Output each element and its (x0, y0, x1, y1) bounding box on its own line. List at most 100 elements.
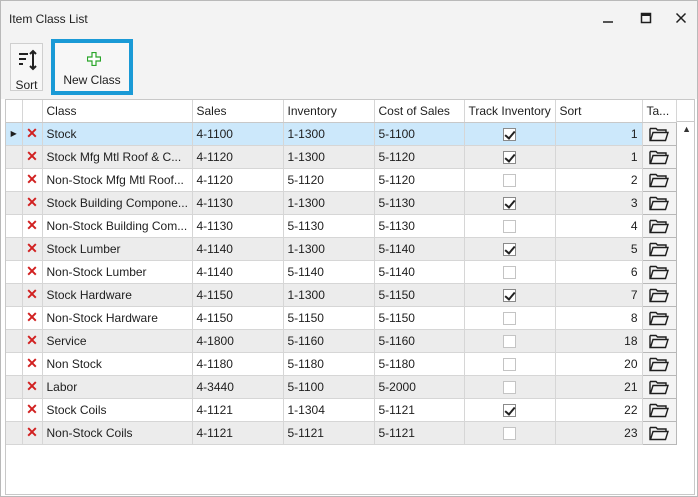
cell-class[interactable]: Stock (42, 122, 193, 146)
cell-class[interactable]: Stock Lumber (42, 237, 193, 261)
delete-row-button[interactable]: ✕ (22, 145, 43, 169)
open-folder-button[interactable] (641, 374, 677, 399)
cell-sales[interactable]: 4-1120 (192, 168, 284, 192)
track-inventory-checkbox[interactable] (503, 357, 516, 371)
delete-row-button[interactable]: ✕ (22, 375, 43, 399)
cell-class[interactable]: Stock Coils (42, 398, 193, 422)
cell-cost-of-sales[interactable]: 5-1130 (374, 214, 465, 238)
cell-inventory[interactable]: 5-1160 (283, 329, 375, 353)
track-inventory-checkbox[interactable] (503, 196, 516, 210)
table-row[interactable]: ✕ Non-Stock Coils 4-1121 5-1121 5-1121 23 (6, 420, 677, 445)
cell-inventory[interactable]: 1-1300 (283, 283, 375, 307)
cell-sort[interactable]: 1 (555, 145, 643, 169)
cell-sort[interactable]: 20 (555, 352, 643, 376)
cell-inventory[interactable]: 1-1300 (283, 191, 375, 215)
table-row[interactable]: ✕ Service 4-1800 5-1160 5-1160 18 (6, 328, 677, 353)
open-folder-button[interactable] (641, 213, 677, 238)
track-inventory-checkbox[interactable] (503, 265, 516, 279)
cell-cost-of-sales[interactable]: 5-1120 (374, 168, 465, 192)
table-row[interactable]: ✕ Non Stock 4-1180 5-1180 5-1180 20 (6, 351, 677, 376)
cell-cost-of-sales[interactable]: 5-1130 (374, 191, 465, 215)
cell-cost-of-sales[interactable]: 5-1150 (374, 306, 465, 330)
track-inventory-checkbox[interactable] (503, 219, 516, 233)
cell-cost-of-sales[interactable]: 5-1100 (374, 122, 465, 146)
table-row[interactable]: ✕ Stock Coils 4-1121 1-1304 5-1121 22 (6, 397, 677, 422)
open-folder-button[interactable] (641, 397, 677, 422)
cell-sales[interactable]: 4-1130 (192, 191, 284, 215)
cell-sort[interactable]: 1 (555, 122, 643, 146)
cell-class[interactable]: Non-Stock Lumber (42, 260, 193, 284)
column-header-sort[interactable]: Sort (555, 100, 643, 123)
column-header-sales[interactable]: Sales (192, 100, 284, 123)
track-inventory-checkbox[interactable] (503, 426, 516, 440)
table-row[interactable]: ✕ Stock Mfg Mtl Roof & C... 4-1120 1-1300 5-… (6, 144, 677, 169)
table-row[interactable]: ▶ ✕ Stock 4-1100 1-1300 5-1100 1 (6, 121, 677, 146)
delete-row-button[interactable]: ✕ (22, 352, 43, 376)
delete-row-button[interactable]: ✕ (22, 122, 43, 146)
open-folder-button[interactable] (641, 282, 677, 307)
track-inventory-checkbox[interactable] (503, 380, 516, 394)
track-inventory-checkbox[interactable] (503, 242, 516, 256)
maximize-button[interactable] (635, 7, 657, 29)
open-folder-button[interactable] (641, 190, 677, 215)
cell-class[interactable]: Non-Stock Coils (42, 421, 193, 445)
open-folder-button[interactable] (641, 351, 677, 376)
cell-cost-of-sales[interactable]: 5-2000 (374, 375, 465, 399)
open-folder-button[interactable] (641, 144, 677, 169)
cell-cost-of-sales[interactable]: 5-1121 (374, 398, 465, 422)
delete-row-button[interactable]: ✕ (22, 168, 43, 192)
track-inventory-checkbox[interactable] (503, 403, 516, 417)
table-row[interactable]: ✕ Non-Stock Lumber 4-1140 5-1140 5-1140 6 (6, 259, 677, 284)
open-folder-button[interactable] (641, 328, 677, 353)
cell-sort[interactable]: 6 (555, 260, 643, 284)
table-row[interactable]: ✕ Stock Hardware 4-1150 1-1300 5-1150 7 (6, 282, 677, 307)
cell-inventory[interactable]: 1-1300 (283, 237, 375, 261)
track-inventory-checkbox[interactable] (503, 173, 516, 187)
cell-inventory[interactable]: 5-1140 (283, 260, 375, 284)
cell-sales[interactable]: 4-1140 (192, 237, 284, 261)
track-inventory-checkbox[interactable] (503, 150, 516, 164)
delete-row-button[interactable]: ✕ (22, 191, 43, 215)
cell-cost-of-sales[interactable]: 5-1160 (374, 329, 465, 353)
cell-inventory[interactable]: 5-1121 (283, 421, 375, 445)
table-row[interactable]: ✕ Non-Stock Mfg Mtl Roof... 4-1120 5-1120 5-… (6, 167, 677, 192)
table-row[interactable]: ✕ Stock Lumber 4-1140 1-1300 5-1140 5 (6, 236, 677, 261)
cell-class[interactable]: Non Stock (42, 352, 193, 376)
delete-row-button[interactable]: ✕ (22, 214, 43, 238)
open-folder-button[interactable] (641, 420, 677, 445)
table-row[interactable]: ✕ Stock Building Compone... 4-1130 1-1300 5-… (6, 190, 677, 215)
cell-sort[interactable]: 3 (555, 191, 643, 215)
close-button[interactable] (670, 7, 692, 29)
column-header-ta[interactable]: Ta... (642, 100, 677, 123)
cell-inventory[interactable]: 5-1150 (283, 306, 375, 330)
cell-sales[interactable]: 4-3440 (192, 375, 284, 399)
cell-sales[interactable]: 4-1150 (192, 283, 284, 307)
delete-row-button[interactable]: ✕ (22, 283, 43, 307)
cell-sales[interactable]: 4-1140 (192, 260, 284, 284)
column-header-inventory[interactable]: Inventory (283, 100, 375, 123)
cell-inventory[interactable]: 5-1120 (283, 168, 375, 192)
cell-sales[interactable]: 4-1800 (192, 329, 284, 353)
open-folder-button[interactable] (641, 121, 677, 146)
cell-sort[interactable]: 4 (555, 214, 643, 238)
cell-class[interactable]: Stock Mfg Mtl Roof & C... (42, 145, 193, 169)
scroll-up-icon[interactable]: ▲ (682, 124, 691, 134)
track-inventory-checkbox[interactable] (503, 127, 516, 141)
cell-class[interactable]: Non-Stock Hardware (42, 306, 193, 330)
cell-sales[interactable]: 4-1121 (192, 421, 284, 445)
cell-sales[interactable]: 4-1130 (192, 214, 284, 238)
new-class-button[interactable]: New Class (51, 39, 133, 95)
cell-inventory[interactable]: 1-1300 (283, 145, 375, 169)
delete-row-button[interactable]: ✕ (22, 260, 43, 284)
cell-cost-of-sales[interactable]: 5-1140 (374, 260, 465, 284)
delete-row-button[interactable]: ✕ (22, 329, 43, 353)
cell-sort[interactable]: 2 (555, 168, 643, 192)
cell-class[interactable]: Stock Building Compone... (42, 191, 193, 215)
cell-class[interactable]: Non-Stock Mfg Mtl Roof... (42, 168, 193, 192)
cell-class[interactable]: Service (42, 329, 193, 353)
cell-sort[interactable]: 22 (555, 398, 643, 422)
cell-cost-of-sales[interactable]: 5-1180 (374, 352, 465, 376)
cell-class[interactable]: Labor (42, 375, 193, 399)
open-folder-button[interactable] (641, 236, 677, 261)
cell-cost-of-sales[interactable]: 5-1140 (374, 237, 465, 261)
